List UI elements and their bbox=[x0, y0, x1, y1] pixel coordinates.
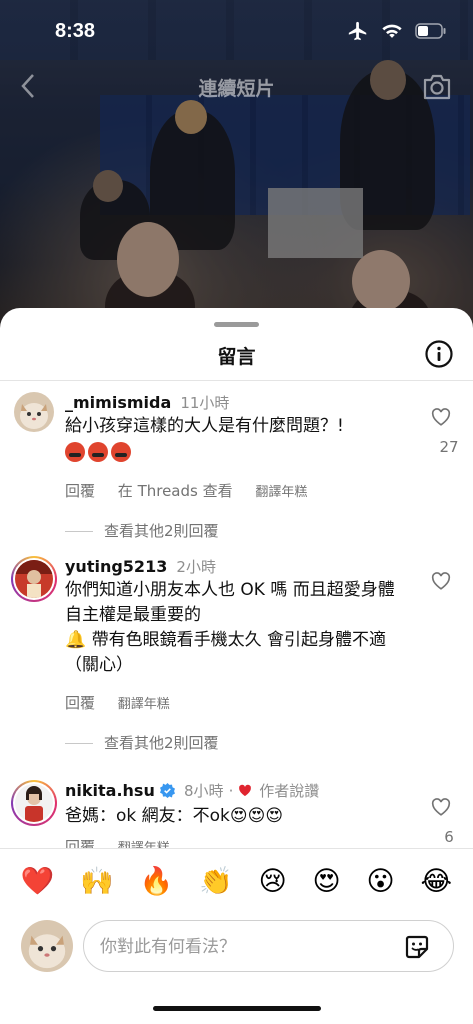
like-heart-icon[interactable] bbox=[431, 408, 451, 426]
airplane-icon bbox=[348, 21, 367, 41]
status-time: 8:38 bbox=[55, 20, 96, 42]
translate-button[interactable]: 翻譯年糕 bbox=[118, 697, 170, 712]
comment-time: 2小時 bbox=[176, 558, 216, 576]
translate-button[interactable]: 翻譯年糕 bbox=[255, 485, 307, 500]
like-count: 27 bbox=[439, 438, 459, 456]
like-count: 6 bbox=[444, 828, 454, 846]
reaction-clap[interactable]: 👏 bbox=[199, 862, 233, 906]
author-liked-heart-icon bbox=[239, 784, 252, 797]
comment-text: 你們知道小朋友本人也 OK 嗎 而且超愛身體自主權是最重要的 🔔 帶有色眼鏡看手… bbox=[65, 580, 395, 675]
reaction-fire[interactable]: 🔥 bbox=[140, 862, 174, 906]
comment-username[interactable]: yuting5213 bbox=[65, 557, 167, 576]
reply-button[interactable]: 回覆 bbox=[65, 482, 95, 500]
avatar[interactable] bbox=[14, 392, 54, 432]
header-divider bbox=[0, 380, 473, 381]
reaction-surprised[interactable]: 😮 bbox=[366, 862, 394, 906]
sheet-grabber[interactable] bbox=[214, 322, 259, 327]
avatar[interactable] bbox=[11, 556, 57, 602]
status-bar: 8:38 bbox=[0, 0, 473, 60]
sticker-icon[interactable] bbox=[403, 933, 431, 961]
view-more-replies[interactable]: 查看其他2則回覆 bbox=[65, 732, 219, 753]
avatar[interactable] bbox=[11, 780, 57, 826]
like-heart-icon[interactable] bbox=[431, 572, 451, 590]
reels-title: 連續短片 bbox=[198, 78, 275, 100]
author-liked-label: 作者說讚 bbox=[259, 782, 320, 800]
comment-time: 8小時 bbox=[184, 782, 224, 800]
verified-badge-icon bbox=[159, 783, 175, 798]
comment-username[interactable]: nikita.hsu bbox=[65, 781, 155, 800]
view-more-replies[interactable]: 查看其他2則回覆 bbox=[65, 520, 219, 541]
angry-emojis bbox=[65, 441, 405, 466]
my-avatar bbox=[21, 920, 73, 972]
comment-text: 爸媽：ok 網友：不ok😍😍😍 bbox=[65, 806, 284, 826]
info-icon[interactable] bbox=[424, 339, 454, 369]
reply-button[interactable]: 回覆 bbox=[65, 694, 95, 712]
comment-input[interactable] bbox=[100, 933, 380, 961]
like-heart-icon[interactable] bbox=[431, 798, 451, 816]
reaction-heart[interactable]: ❤️ bbox=[21, 862, 55, 906]
reaction-laughing[interactable]: 😂 bbox=[420, 862, 452, 906]
comment-text: 給小孩穿這樣的大人是有什麼問題？! bbox=[65, 414, 405, 466]
battery-icon bbox=[415, 23, 446, 39]
reaction-heart-eyes[interactable]: 😍 bbox=[313, 862, 341, 906]
comment-input-box[interactable] bbox=[83, 920, 454, 972]
comment-username[interactable]: _mimismida bbox=[65, 393, 171, 412]
comment-time: 11小時 bbox=[180, 394, 230, 412]
quick-reactions: ❤️ 🙌 🔥 👏 😢 😍 😮 😂 bbox=[0, 862, 473, 906]
view-in-threads-link[interactable]: 在 Threads 查看 bbox=[118, 482, 233, 500]
home-indicator bbox=[153, 1006, 321, 1011]
reaction-crying[interactable]: 😢 bbox=[259, 862, 287, 906]
reaction-raised-hands[interactable]: 🙌 bbox=[80, 862, 114, 906]
sheet-title: 留言 bbox=[217, 346, 256, 368]
wifi-icon bbox=[382, 24, 402, 38]
composer-divider bbox=[0, 848, 473, 849]
reels-header: 連續短片 bbox=[0, 68, 473, 108]
camera-icon[interactable] bbox=[421, 72, 453, 102]
